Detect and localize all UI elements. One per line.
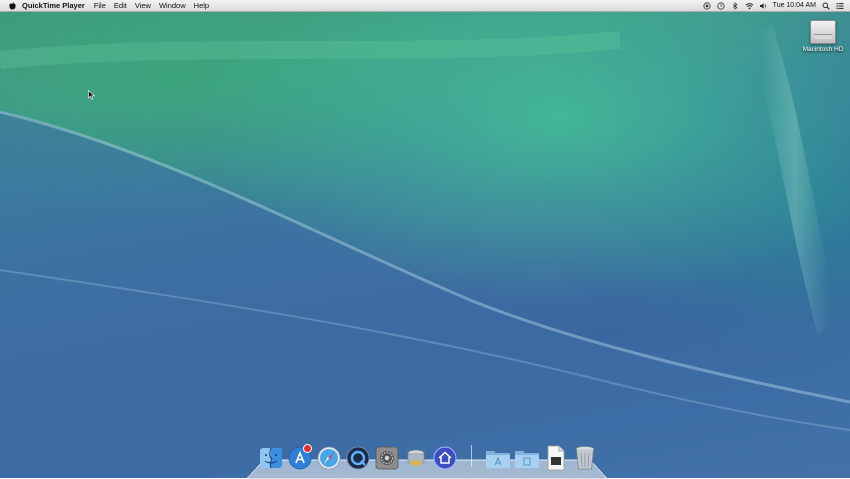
dock-separator [471,445,472,467]
dock-item-finder[interactable] [258,444,284,472]
wave-texture [0,25,850,478]
volume-icon[interactable] [759,2,767,10]
menu-clock[interactable]: Tue 10:04 AM [773,2,816,9]
applications-folder-icon [486,451,510,468]
time-machine-icon[interactable] [717,1,725,10]
record-icon[interactable] [703,1,711,10]
dock-item-disk-utility[interactable] [403,444,429,472]
quicktime-icon [346,446,370,470]
menu-view[interactable]: View [135,1,151,10]
notification-center-icon[interactable] [836,2,844,10]
menu-window[interactable]: Window [159,1,186,10]
app-store-badge [303,444,312,453]
dock-item-documents-folder[interactable] [514,444,540,472]
dock [258,440,598,472]
dock-item-app-store[interactable] [287,444,313,472]
spotlight-search-icon[interactable] [822,2,830,10]
dock-item-trash[interactable] [572,444,598,472]
documents-folder-icon [515,451,539,468]
wifi-icon[interactable] [745,2,753,10]
drive-label: Macintosh HD [802,46,844,53]
desktop-wallpaper[interactable] [0,0,850,478]
disk-utility-icon [407,449,425,466]
bluetooth-icon[interactable] [731,1,739,10]
menu-bar: QuickTime Player File Edit View Window H… [0,0,850,12]
dock-item-quicktime[interactable] [345,444,371,472]
dock-item-document[interactable] [543,444,569,472]
system-preferences-icon [375,446,399,470]
menu-extras: Tue 10:04 AM [703,0,844,11]
menu-app-name[interactable]: QuickTime Player [22,1,85,10]
menu-file[interactable]: File [94,1,106,10]
trash-icon [575,446,595,470]
menu-edit[interactable]: Edit [114,1,127,10]
dock-item-system-preferences[interactable] [374,444,400,472]
menu-help[interactable]: Help [194,1,209,10]
finder-icon [260,447,282,469]
home-icon [433,446,457,470]
mouse-pointer-icon [88,90,96,100]
dock-item-home[interactable] [432,444,458,472]
dock-item-applications-folder[interactable] [485,444,511,472]
hard-drive-icon [810,20,836,44]
safari-icon [317,446,341,470]
document-icon [547,445,565,471]
apple-icon[interactable] [8,1,16,10]
dock-item-safari[interactable] [316,444,342,472]
macintosh-hd-desktop-icon[interactable]: Macintosh HD [800,20,846,53]
